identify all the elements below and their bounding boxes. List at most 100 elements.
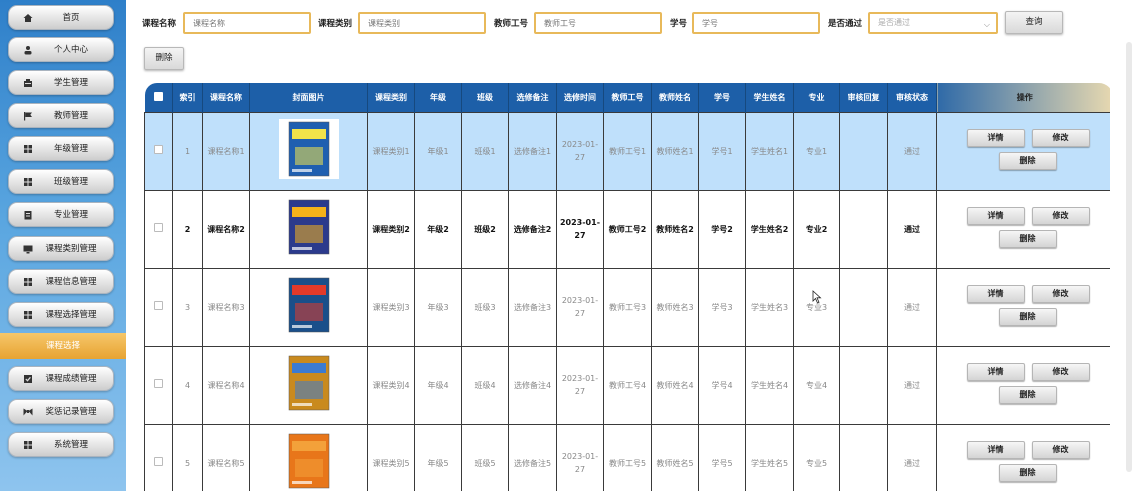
table-row[interactable]: 3 课程名称3 课程类别3 年级3 班级3 选修备注3 2023-01-27 教师工号3 教师姓… [144,267,1110,347]
course-name-input[interactable] [183,12,311,34]
table-row[interactable]: 4 课程名称4 课程类别4 年级4 班级4 选修备注4 2023-01-27 教师工号4 教师姓… [144,345,1110,425]
delete-button[interactable]: 删除 [998,230,1057,248]
sidebar-item-13[interactable]: 系统管理 [8,432,114,457]
delete-selected-button[interactable]: 删除 [144,47,184,70]
bowtie-icon [23,408,33,416]
actions-cell: 详情 修改删除 [936,111,1110,191]
column-header: 专业 [793,83,840,112]
cover-cell [249,111,368,191]
edit-button[interactable]: 修改 [1031,285,1090,303]
sidebar-item-6[interactable]: 班级管理 [8,169,114,194]
cell-index: 3 [172,267,203,347]
cell-student-no: 学号1 [698,111,746,191]
document-icon [24,211,32,220]
edit-button[interactable]: 修改 [1031,207,1090,225]
delete-button[interactable]: 删除 [998,464,1057,482]
cell-time: 2023-01-27 [556,267,604,347]
cell-teacher-name: 教师姓名5 [651,423,699,491]
column-header: 审核回复 [839,83,888,112]
cell-remark: 选修备注1 [508,111,557,191]
cell-remark: 选修备注4 [508,345,557,425]
delete-button[interactable]: 删除 [998,386,1057,404]
delete-button[interactable]: 删除 [998,308,1057,326]
cell-class-name: 班级4 [461,345,509,425]
sidebar-item-2[interactable]: 个人中心 [8,37,114,62]
detail-button[interactable]: 详情 [966,363,1025,381]
cell-teacher-no: 教师工号1 [603,111,652,191]
row-checkbox[interactable] [144,345,173,425]
sidebar-item-5[interactable]: 年级管理 [8,136,114,161]
cell-time: 2023-01-27 [556,345,604,425]
row-checkbox[interactable] [144,189,173,269]
sidebar-item-8[interactable]: 课程类别管理 [8,236,114,261]
sidebar-item-9[interactable]: 课程信息管理 [8,269,114,294]
cell-status: 通过 [887,345,937,425]
sidebar-item-12[interactable]: 奖惩记录管理 [8,399,114,424]
sidebar-item-active[interactable]: 课程选择 [0,333,126,359]
edit-button[interactable]: 修改 [1031,441,1090,459]
cell-major: 专业1 [793,111,840,191]
detail-button[interactable]: 详情 [966,285,1025,303]
grid-icon [24,311,32,319]
select-all-checkbox[interactable] [144,83,173,112]
sidebar-item-11[interactable]: 课程成绩管理 [8,366,114,391]
delete-button[interactable]: 删除 [998,152,1057,170]
table-row[interactable]: 5 课程名称5 课程类别5 年级5 班级5 选修备注5 2023-01-27 教师工号5 教师姓… [144,423,1110,491]
vertical-scrollbar[interactable] [1126,42,1132,472]
sidebar-item-3[interactable]: 学生管理 [8,70,114,95]
edit-button[interactable]: 修改 [1031,363,1090,381]
sidebar-item-label: 课程选择管理 [45,310,97,320]
mouse-cursor-icon [812,290,822,304]
approved-select[interactable]: 是否通过 ⌵ [868,12,998,34]
cell-remark: 选修备注2 [508,189,557,269]
book-cover-image [278,275,339,335]
teacher-no-input[interactable] [534,12,662,34]
cell-teacher-name: 教师姓名1 [651,111,699,191]
sidebar-item-label: 班级管理 [53,177,88,187]
cell-course-name: 课程名称4 [202,345,250,425]
grid-icon [24,278,32,286]
column-header: 学生姓名 [745,83,794,112]
cell-reply [839,189,888,269]
table-row[interactable]: 2 课程名称2 课程类别2 年级2 班级2 选修备注2 2023-01-27 教师工号2 教师姓… [144,189,1110,269]
cell-student-name: 学生姓名2 [745,189,794,269]
column-header: 班级 [461,83,509,112]
query-button[interactable]: 查询 [1005,11,1063,34]
cell-course-type: 课程类别3 [367,267,415,347]
sidebar-item-10[interactable]: 课程选择管理 [8,302,114,327]
cell-student-name: 学生姓名3 [745,267,794,347]
cell-student-name: 学生姓名1 [745,111,794,191]
cell-status: 通过 [887,189,937,269]
sidebar-item-label: 课程成绩管理 [45,374,97,384]
sidebar-item-1[interactable]: 首页 [8,5,114,30]
search-bar: 课程名称 课程类别 教师工号 学号 是否通过 是否通过 ⌵ 查询 [140,10,1130,36]
sidebar-item-7[interactable]: 专业管理 [8,202,114,227]
cell-class-name: 班级5 [461,423,509,491]
grid-icon [24,145,32,153]
student-no-input[interactable] [692,12,820,34]
sidebar-item-4[interactable]: 教师管理 [8,103,114,128]
sidebar-item-label: 专业管理 [53,210,88,220]
app-root: 课程选择 首页个人中心学生管理教师管理年级管理班级管理专业管理课程类别管理 课程信… [0,0,1132,491]
table-row[interactable]: 1 课程名称1 课程类别1 年级1 班级1 选修备注1 2023-01-27 教师工号1 教师姓… [144,111,1110,191]
cell-course-type: 课程类别4 [367,345,415,425]
row-checkbox[interactable] [144,111,173,191]
cover-cell [249,423,368,491]
cell-student-no: 学号5 [698,423,746,491]
detail-button[interactable]: 详情 [966,129,1025,147]
cell-index: 2 [172,189,203,269]
edit-button[interactable]: 修改 [1031,129,1090,147]
sidebar: 课程选择 首页个人中心学生管理教师管理年级管理班级管理专业管理课程类别管理 课程信… [0,0,126,491]
column-header: 年级 [414,83,462,112]
cell-grade: 年级4 [414,345,462,425]
sidebar-item-label: 课程类别管理 [45,244,97,254]
row-checkbox[interactable] [144,267,173,347]
detail-button[interactable]: 详情 [966,207,1025,225]
detail-button[interactable]: 详情 [966,441,1025,459]
flag-icon [24,112,32,121]
row-checkbox[interactable] [144,423,173,491]
cell-class-name: 班级1 [461,111,509,191]
sidebar-item-label: 课程信息管理 [45,277,97,287]
actions-cell: 详情 修改删除 [936,189,1110,269]
course-type-input[interactable] [358,12,486,34]
